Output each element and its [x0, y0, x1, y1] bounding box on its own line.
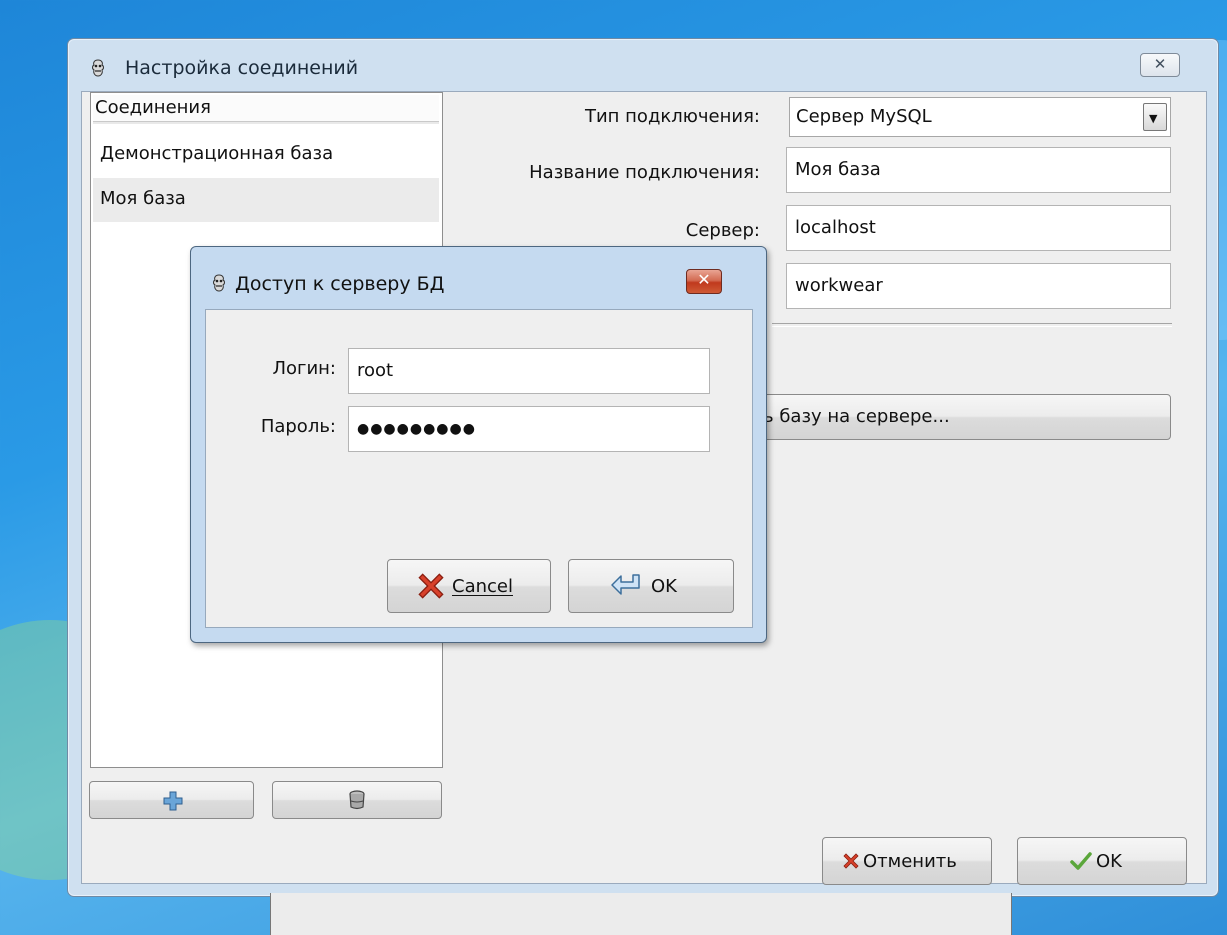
list-column-header[interactable]: Соединения	[93, 95, 439, 122]
list-item-my-base[interactable]: Моя база	[93, 178, 439, 222]
connection-type-select[interactable]: Сервер MySQL ▼	[789, 97, 1171, 137]
close-icon: ✕	[1153, 55, 1167, 73]
list-item-label: Моя база	[100, 188, 186, 209]
connection-type-label: Тип подключения:	[584, 106, 760, 127]
close-icon: ✕	[697, 270, 711, 289]
background-window-edge	[270, 893, 1012, 935]
dialog-cancel-label: Cancel	[452, 576, 513, 597]
red-x-icon	[843, 853, 859, 869]
trash-can-icon	[349, 790, 365, 810]
dialog-title: Доступ к серверу БД	[235, 273, 445, 295]
red-x-icon	[418, 573, 444, 599]
return-arrow-icon	[611, 574, 640, 595]
dialog-ok-label: OK	[651, 576, 677, 597]
connection-name-label: Название подключения:	[529, 162, 760, 183]
password-value: ●●●●●●●●●	[357, 421, 476, 437]
checkmark-icon	[1070, 852, 1092, 870]
dialog-ok-button[interactable]: OK	[568, 559, 734, 613]
add-connection-button[interactable]	[89, 781, 254, 819]
dialog-close-button[interactable]: ✕	[686, 269, 722, 294]
chevron-down-icon: ▼	[1149, 112, 1158, 125]
login-value: root	[357, 360, 394, 381]
cancel-label: Отменить	[863, 851, 957, 872]
separator-line	[772, 323, 1172, 327]
list-item-label: Демонстрационная база	[100, 143, 334, 164]
ok-label: OK	[1096, 851, 1122, 872]
dropdown-arrow-button[interactable]: ▼	[1143, 103, 1167, 131]
app-logo-icon	[90, 59, 106, 77]
password-input[interactable]: ●●●●●●●●●	[348, 406, 710, 452]
server-value: localhost	[795, 217, 876, 238]
app-logo-icon	[211, 274, 227, 292]
database-input[interactable]: workwear	[786, 263, 1171, 309]
connection-type-value: Сервер MySQL	[796, 106, 932, 127]
password-label: Пароль:	[260, 416, 336, 437]
database-value: workwear	[795, 275, 883, 296]
list-item-demo-base[interactable]: Демонстрационная база	[93, 133, 439, 177]
list-header-label: Соединения	[95, 97, 211, 118]
db-access-dialog: Доступ к серверу БД ✕ Логин: root Пароль…	[190, 246, 767, 643]
server-label: Сервер:	[685, 220, 760, 241]
dialog-cancel-button[interactable]: Cancel	[387, 559, 551, 613]
login-input[interactable]: root	[348, 348, 710, 394]
ok-button[interactable]: OK	[1017, 837, 1187, 885]
create-database-label: ь базу на сервере...	[763, 406, 950, 427]
plus-icon	[163, 791, 183, 811]
delete-connection-button[interactable]	[272, 781, 442, 819]
connection-name-input[interactable]: Моя база	[786, 147, 1171, 193]
dialog-client-area: Логин: root Пароль: ●●●●●●●●● Cancel OK	[205, 309, 753, 628]
close-button[interactable]: ✕	[1140, 53, 1180, 77]
cancel-button[interactable]: Отменить	[822, 837, 992, 885]
connection-name-value: Моя база	[795, 159, 881, 180]
window-title: Настройка соединений	[125, 57, 359, 79]
login-label: Логин:	[272, 358, 336, 379]
server-input[interactable]: localhost	[786, 205, 1171, 251]
main-titlebar[interactable]: Настройка соединений ✕	[68, 39, 1218, 95]
